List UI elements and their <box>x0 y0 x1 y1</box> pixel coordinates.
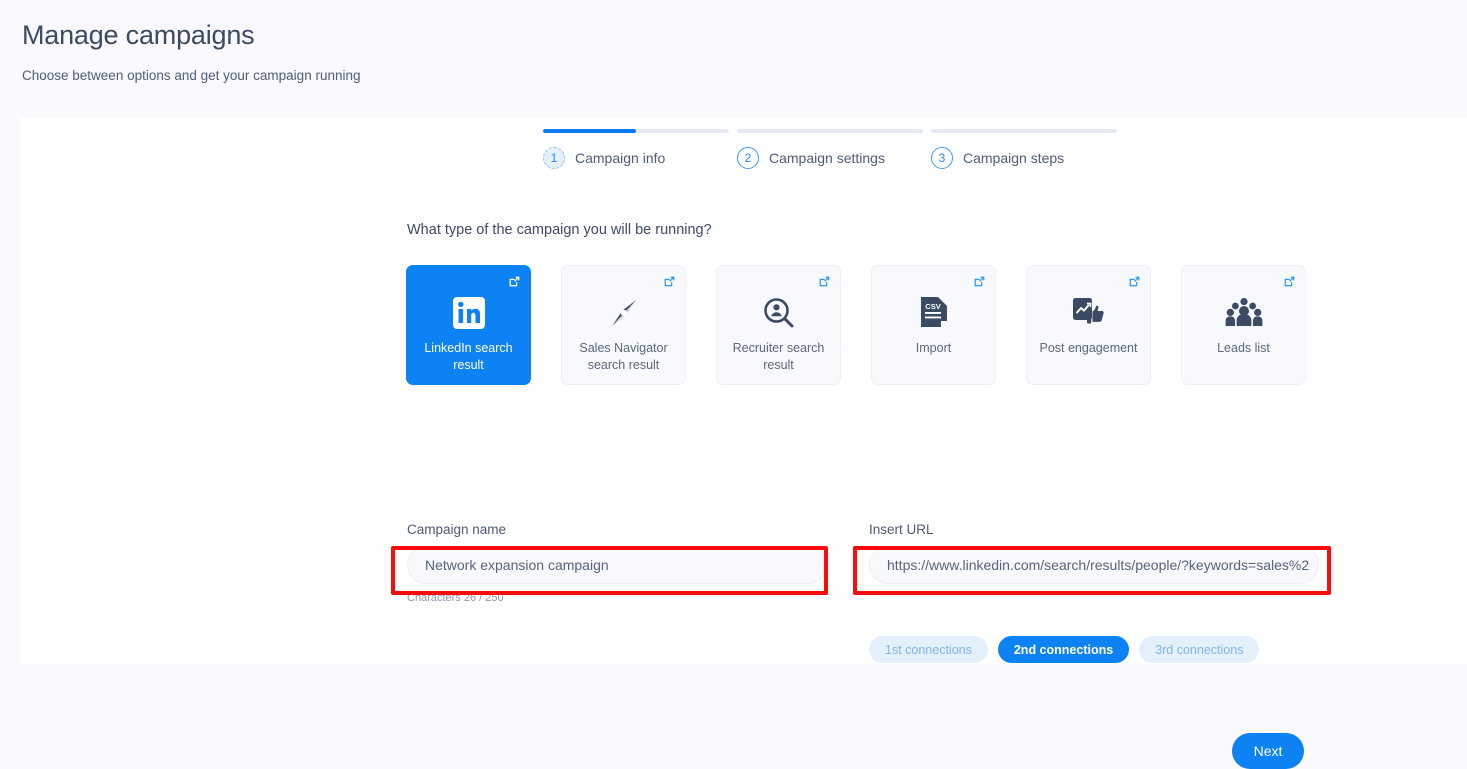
campaign-name-char-count: Characters 26 / 250 <box>407 592 504 604</box>
stepper: 1 Campaign info 2 Campaign settings 3 Ca… <box>543 129 1125 169</box>
step-campaign-settings[interactable]: 2 Campaign settings <box>737 129 931 169</box>
campaign-type-card-recruiter-search[interactable]: Recruiter search result <box>716 265 841 385</box>
campaign-type-card-label: Import <box>915 341 952 355</box>
step-row: 2 Campaign settings <box>737 147 931 169</box>
step-number-badge: 3 <box>931 147 953 169</box>
campaign-type-card-label: Recruiter search result <box>732 341 825 372</box>
person-search-icon <box>762 294 796 332</box>
campaign-type-question: What type of the campaign you will be ru… <box>407 222 712 238</box>
linkedin-icon <box>452 294 486 332</box>
campaign-type-card-linkedin-search[interactable]: LinkedIn search result <box>406 265 531 385</box>
people-group-icon <box>1225 294 1263 332</box>
page-title: Manage campaigns <box>22 20 255 50</box>
campaign-type-card-import[interactable]: CSV Import <box>871 265 996 385</box>
post-thumbsup-icon <box>1071 294 1107 332</box>
chip-2nd-connections[interactable]: 2nd connections <box>997 636 1130 663</box>
step-progress-fill <box>543 129 636 133</box>
campaign-type-card-sales-navigator[interactable]: Sales Navigator search result <box>561 265 686 385</box>
campaign-name-label: Campaign name <box>407 522 507 537</box>
campaign-name-input[interactable]: Network expansion campaign <box>407 546 827 584</box>
step-campaign-info[interactable]: 1 Campaign info <box>543 129 737 169</box>
step-campaign-steps[interactable]: 3 Campaign steps <box>931 129 1125 169</box>
external-link-icon[interactable] <box>663 275 676 288</box>
insert-url-label: Insert URL <box>869 522 934 537</box>
step-label: Campaign info <box>575 150 666 166</box>
chip-1st-connections[interactable]: 1st connections <box>869 636 988 663</box>
external-link-icon[interactable] <box>973 275 986 288</box>
step-number-badge: 1 <box>543 147 565 169</box>
connection-filter-list: 1st connections 2nd connections 3rd conn… <box>869 636 1260 663</box>
campaign-type-card-label: Sales Navigator search result <box>579 341 668 372</box>
external-link-icon[interactable] <box>1128 275 1141 288</box>
step-row: 3 Campaign steps <box>931 147 1125 169</box>
insert-url-input[interactable]: https://www.linkedin.com/search/results/… <box>869 546 1319 584</box>
step-label: Campaign steps <box>963 150 1065 166</box>
step-progress-bar <box>931 129 1117 133</box>
campaign-name-field-group: Campaign name Network expansion campaign… <box>407 522 827 604</box>
page-header: Manage campaigns Choose between options … <box>0 0 1467 117</box>
page-subtitle: Choose between options and get your camp… <box>22 68 361 83</box>
campaign-type-card-label: LinkedIn search result <box>424 341 513 372</box>
step-label: Campaign settings <box>769 150 885 166</box>
content-panel: 1 Campaign info 2 Campaign settings 3 Ca… <box>20 117 1467 769</box>
campaign-type-card-post-engagement[interactable]: Post engagement <box>1026 265 1151 385</box>
external-link-icon[interactable] <box>1283 275 1296 288</box>
campaign-type-card-label: Post engagement <box>1039 341 1138 355</box>
compass-icon <box>606 294 642 332</box>
step-progress-bar <box>737 129 923 133</box>
chip-3rd-connections[interactable]: 3rd connections <box>1139 636 1260 663</box>
external-link-icon[interactable] <box>818 275 831 288</box>
campaign-type-card-label: Leads list <box>1217 341 1270 355</box>
next-button[interactable]: Next <box>1232 733 1304 769</box>
campaign-type-card-leads-list[interactable]: Leads list <box>1181 265 1306 385</box>
insert-url-field-group: Insert URL https://www.linkedin.com/sear… <box>869 522 1319 584</box>
step-row: 1 Campaign info <box>543 147 737 169</box>
step-number-badge: 2 <box>737 147 759 169</box>
external-link-icon[interactable] <box>508 275 521 288</box>
csv-file-icon: CSV <box>919 294 949 332</box>
step-progress-bar <box>543 129 729 133</box>
campaign-type-card-list: LinkedIn search result Sales Navigator s… <box>406 265 1306 385</box>
svg-text:CSV: CSV <box>925 302 940 311</box>
